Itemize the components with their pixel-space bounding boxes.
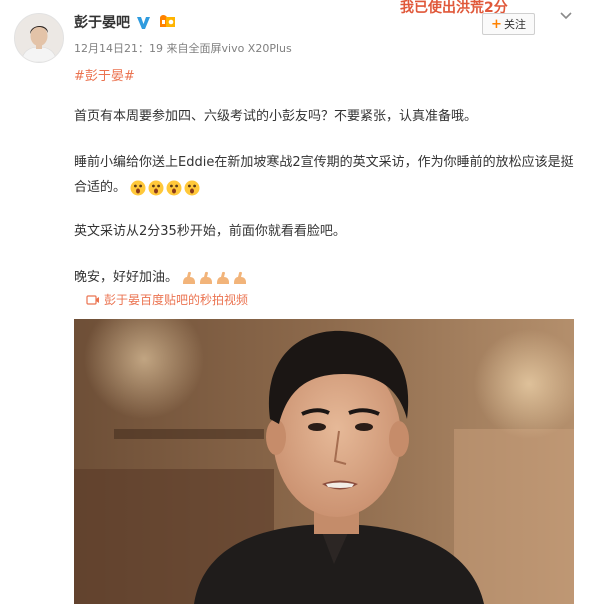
surprised-emoji: [130, 180, 146, 195]
post-paragraph-1: 首页有本周要参加四、六级考试的小彭友吗？不要紧张，认真准备哦。: [74, 109, 478, 124]
video-link-label: 彭于晏百度贴吧的秒拍视频: [104, 293, 249, 307]
surprised-emoji: [148, 180, 164, 195]
chevron-down-icon[interactable]: [558, 8, 574, 22]
post-meta: 12月14日21：19 来自全面屏vivo X20Plus: [74, 40, 292, 56]
avatar-image: [15, 14, 63, 62]
flex-arm-emoji-group: [181, 270, 248, 286]
follow-button[interactable]: + 关注: [482, 13, 535, 35]
post-paragraph-3: 英文采访从2分35秒开始，前面你就看看脸吧。: [74, 224, 346, 239]
surprised-emoji: [166, 180, 182, 195]
post-source[interactable]: 全面屏vivo X20Plus: [189, 42, 292, 55]
post-paragraph-4-text: 晚安，好好加油。: [74, 270, 179, 285]
flex-arm-emoji: [183, 271, 196, 284]
video-icon: [86, 294, 99, 305]
user-name[interactable]: 彭于晏吧: [74, 12, 130, 32]
post-paragraph-2: 睡前小编给你送上Eddie在新加坡寒战2宣传期的英文采访，作为你睡前的放松应该是…: [74, 150, 574, 200]
post-paragraph-4: 晚安，好好加油。: [74, 265, 574, 290]
video-link[interactable]: 彭于晏百度贴吧的秒拍视频: [86, 291, 248, 308]
vip-level-icon[interactable]: [157, 14, 177, 30]
video-thumbnail[interactable]: [74, 319, 574, 604]
verified-v-icon[interactable]: [135, 14, 152, 31]
surprised-emoji-group: [130, 180, 200, 196]
avatar[interactable]: [14, 13, 64, 63]
user-name-row: 彭于晏吧: [74, 12, 177, 32]
flex-arm-emoji: [234, 271, 247, 284]
post-timestamp[interactable]: 12月14日21：19: [74, 42, 163, 55]
surprised-emoji: [184, 180, 200, 195]
topic-hashtag[interactable]: #彭于晏#: [74, 65, 135, 84]
flex-arm-emoji: [200, 271, 213, 284]
flex-arm-emoji: [217, 271, 230, 284]
follow-label: 关注: [503, 18, 526, 31]
post-source-prefix: 来自: [166, 42, 189, 55]
plus-icon: +: [491, 16, 502, 32]
